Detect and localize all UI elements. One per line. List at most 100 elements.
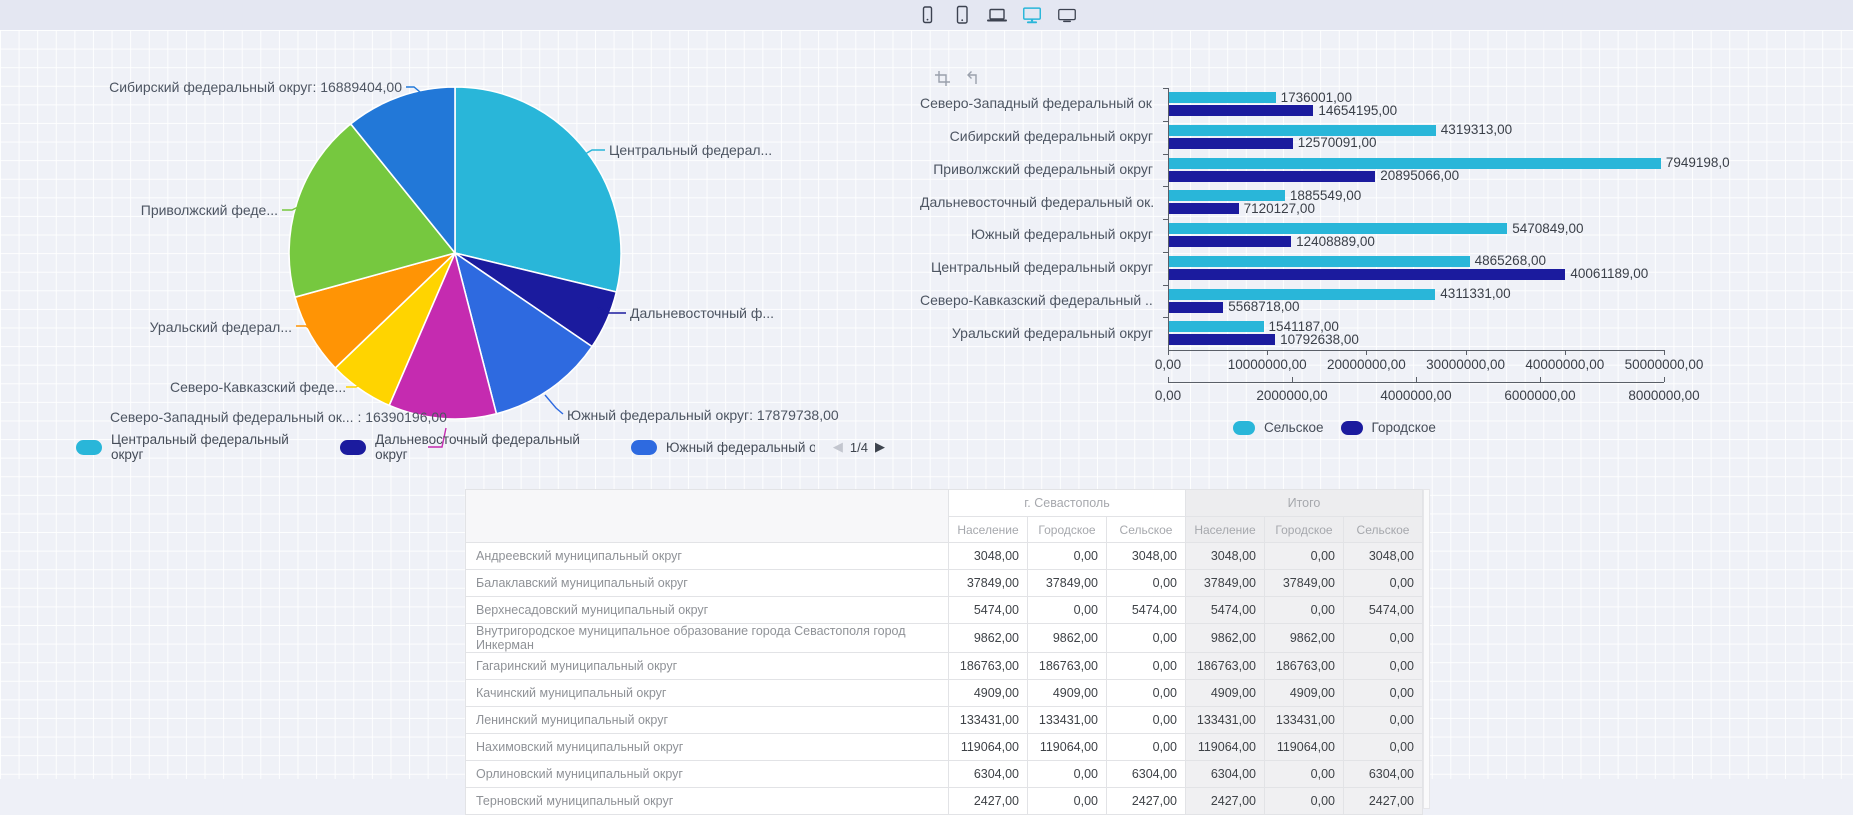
- table-row: Ленинский муниципальный округ133431,0013…: [466, 707, 1423, 734]
- cell-sevastopol: 119064,00: [1028, 734, 1107, 761]
- bar-value-label: 4311331,00: [1440, 286, 1510, 301]
- legend-label: Дальневосточный федеральный округ: [375, 432, 613, 462]
- row-label: Ленинский муниципальный округ: [466, 707, 949, 734]
- bar-selskoe[interactable]: [1168, 256, 1470, 267]
- pie-label-sibirsky: Сибирский федеральный округ: 16889404,00: [90, 79, 402, 95]
- bar-value-label: 7949198,0: [1666, 155, 1730, 170]
- cell-itogo: 119064,00: [1265, 734, 1344, 761]
- col-header-gorodskoe: Городское: [1265, 517, 1344, 543]
- cell-sevastopol: 186763,00: [1028, 653, 1107, 680]
- bar-selskoe[interactable]: [1168, 289, 1435, 300]
- row-label: Орлиновский муниципальный округ: [466, 761, 949, 788]
- legend-label: Южный федеральный ок: [666, 440, 815, 455]
- legend-label: Сельское: [1264, 420, 1324, 435]
- row-label: Качинский муниципальный округ: [466, 680, 949, 707]
- primary-axis-tick-label: 10000000,00: [1219, 357, 1315, 372]
- bar-category-label: Северо-Кавказский федеральный ...: [920, 292, 1153, 308]
- table-scrollbar[interactable]: [1423, 489, 1430, 809]
- bar-selskoe[interactable]: [1168, 125, 1436, 136]
- col-header-naselenie: Население: [1186, 517, 1265, 543]
- bar-selskoe[interactable]: [1168, 321, 1264, 332]
- undo-icon[interactable]: [964, 70, 981, 87]
- column-group-sevastopol: г. Севастополь: [949, 490, 1186, 517]
- legend-item-dalnevostochny[interactable]: Дальневосточный федеральный округ: [340, 432, 613, 462]
- table-row: Орлиновский муниципальный округ6304,000,…: [466, 761, 1423, 788]
- table-row: Качинский муниципальный округ 4909,00 4909…: [466, 680, 1423, 707]
- chart-toolbar: [934, 70, 981, 87]
- top-toolbar: [0, 0, 1853, 30]
- desktop-icon[interactable]: [1021, 4, 1043, 26]
- cell-sevastopol: 0,00: [1107, 680, 1186, 707]
- legend-swatch: [340, 440, 366, 455]
- tv-icon[interactable]: [1056, 4, 1078, 26]
- bar-category-label: Приволжский федеральный округ: [920, 161, 1153, 177]
- cell-itogo: 37849,00: [1186, 570, 1265, 597]
- secondary-value-axis: [1168, 382, 1664, 383]
- table-corner-cell: [466, 490, 949, 543]
- cell-sevastopol: 2427,00: [949, 788, 1028, 815]
- bar-gorodskoe[interactable]: [1168, 302, 1223, 313]
- cell-itogo: 9862,00: [1186, 624, 1265, 653]
- bar-value-label: 12570091,00: [1298, 135, 1377, 150]
- bar-selskoe[interactable]: [1168, 92, 1276, 103]
- bar-category-label: Северо-Западный федеральный ок...: [920, 95, 1153, 111]
- cell-itogo: 0,00: [1265, 788, 1344, 815]
- bar-gorodskoe[interactable]: [1168, 236, 1291, 247]
- legend-item-centralny[interactable]: Центральный федеральный округ: [76, 432, 322, 462]
- col-header-naselenie: Население: [949, 517, 1028, 543]
- cell-itogo: 133431,00: [1265, 707, 1344, 734]
- pie-legend: Центральный федеральный округ Дальневост…: [76, 432, 885, 462]
- cell-itogo: 9862,00: [1265, 624, 1344, 653]
- cell-itogo: 133431,00: [1186, 707, 1265, 734]
- bar-selskoe[interactable]: [1168, 223, 1507, 234]
- pie-label-dalnevost: Дальневосточный ф...: [630, 305, 774, 321]
- bar-gorodskoe[interactable]: [1168, 171, 1375, 182]
- pie-label-uralsky: Уральский федерал...: [140, 319, 292, 335]
- bar-selskoe[interactable]: [1168, 158, 1661, 169]
- col-header-gorodskoe: Городское: [1028, 517, 1107, 543]
- cell-itogo: 119064,00: [1186, 734, 1265, 761]
- table-row: Верхнесадовский муниципальный округ5474,…: [466, 597, 1423, 624]
- legend-item-selskoe[interactable]: Сельское: [1233, 420, 1324, 435]
- bar-value-label: 5568718,00: [1228, 299, 1299, 314]
- bar-value-label: 40061189,00: [1570, 266, 1648, 281]
- cell-itogo: 4909,00: [1265, 680, 1344, 707]
- mobile-large-icon[interactable]: [951, 4, 973, 26]
- dashboard-canvas: Сибирский федеральный округ: 16889404,00…: [0, 30, 1853, 779]
- bar-gorodskoe[interactable]: [1168, 138, 1293, 149]
- secondary-axis-tick-label: 0,00: [1120, 388, 1216, 403]
- bar-category-label: Дальневосточный федеральный ок...: [920, 194, 1153, 210]
- mobile-small-icon[interactable]: [916, 4, 938, 26]
- bar-gorodskoe[interactable]: [1168, 105, 1313, 116]
- legend-swatch: [1233, 421, 1255, 435]
- legend-swatch: [1341, 421, 1363, 435]
- legend-prev-icon[interactable]: ◀: [833, 439, 843, 455]
- bar-value-label: 10792638,00: [1280, 332, 1359, 347]
- bar-selskoe[interactable]: [1168, 190, 1285, 201]
- legend-page-indicator: 1/4: [850, 440, 868, 455]
- pivot-table: г. Севастополь Итого Население Городское…: [465, 489, 1423, 815]
- bar-value-label: 5470849,00: [1512, 221, 1583, 236]
- bar-value-label: 14654195,00: [1318, 103, 1397, 118]
- cell-itogo: 0,00: [1344, 624, 1423, 653]
- bar-gorodskoe[interactable]: [1168, 269, 1565, 280]
- bar-gorodskoe[interactable]: [1168, 334, 1275, 345]
- bar-legend: Сельское Городское: [1233, 420, 1436, 435]
- pie-label-yuzhny: Южный федеральный округ: 17879738,00: [567, 407, 839, 423]
- bar-gorodskoe[interactable]: [1168, 203, 1239, 214]
- legend-item-gorodskoe[interactable]: Городское: [1341, 420, 1436, 435]
- legend-item-yuzhny[interactable]: Южный федеральный ок: [631, 440, 815, 455]
- cell-sevastopol: 133431,00: [1028, 707, 1107, 734]
- pie-label-sevzapad: Северо-Западный федеральный ок... : 1639…: [110, 409, 424, 425]
- laptop-icon[interactable]: [986, 4, 1008, 26]
- legend-next-icon[interactable]: ▶: [875, 439, 885, 455]
- bar-value-label: 20895066,00: [1380, 168, 1459, 183]
- bar-value-label: 7120127,00: [1244, 201, 1315, 216]
- cell-sevastopol: 0,00: [1107, 707, 1186, 734]
- cell-itogo: 0,00: [1265, 597, 1344, 624]
- table-row: Внутригородское муниципальное образовани…: [466, 624, 1423, 653]
- cell-sevastopol: 4909,00: [1028, 680, 1107, 707]
- cell-sevastopol: 37849,00: [1028, 570, 1107, 597]
- crop-icon[interactable]: [934, 70, 951, 87]
- cell-itogo: 37849,00: [1265, 570, 1344, 597]
